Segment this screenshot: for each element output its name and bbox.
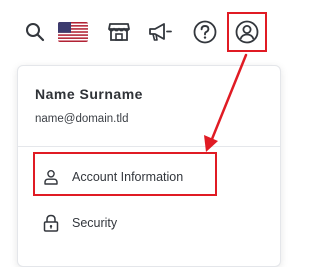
annotation-arrow (204, 53, 248, 152)
